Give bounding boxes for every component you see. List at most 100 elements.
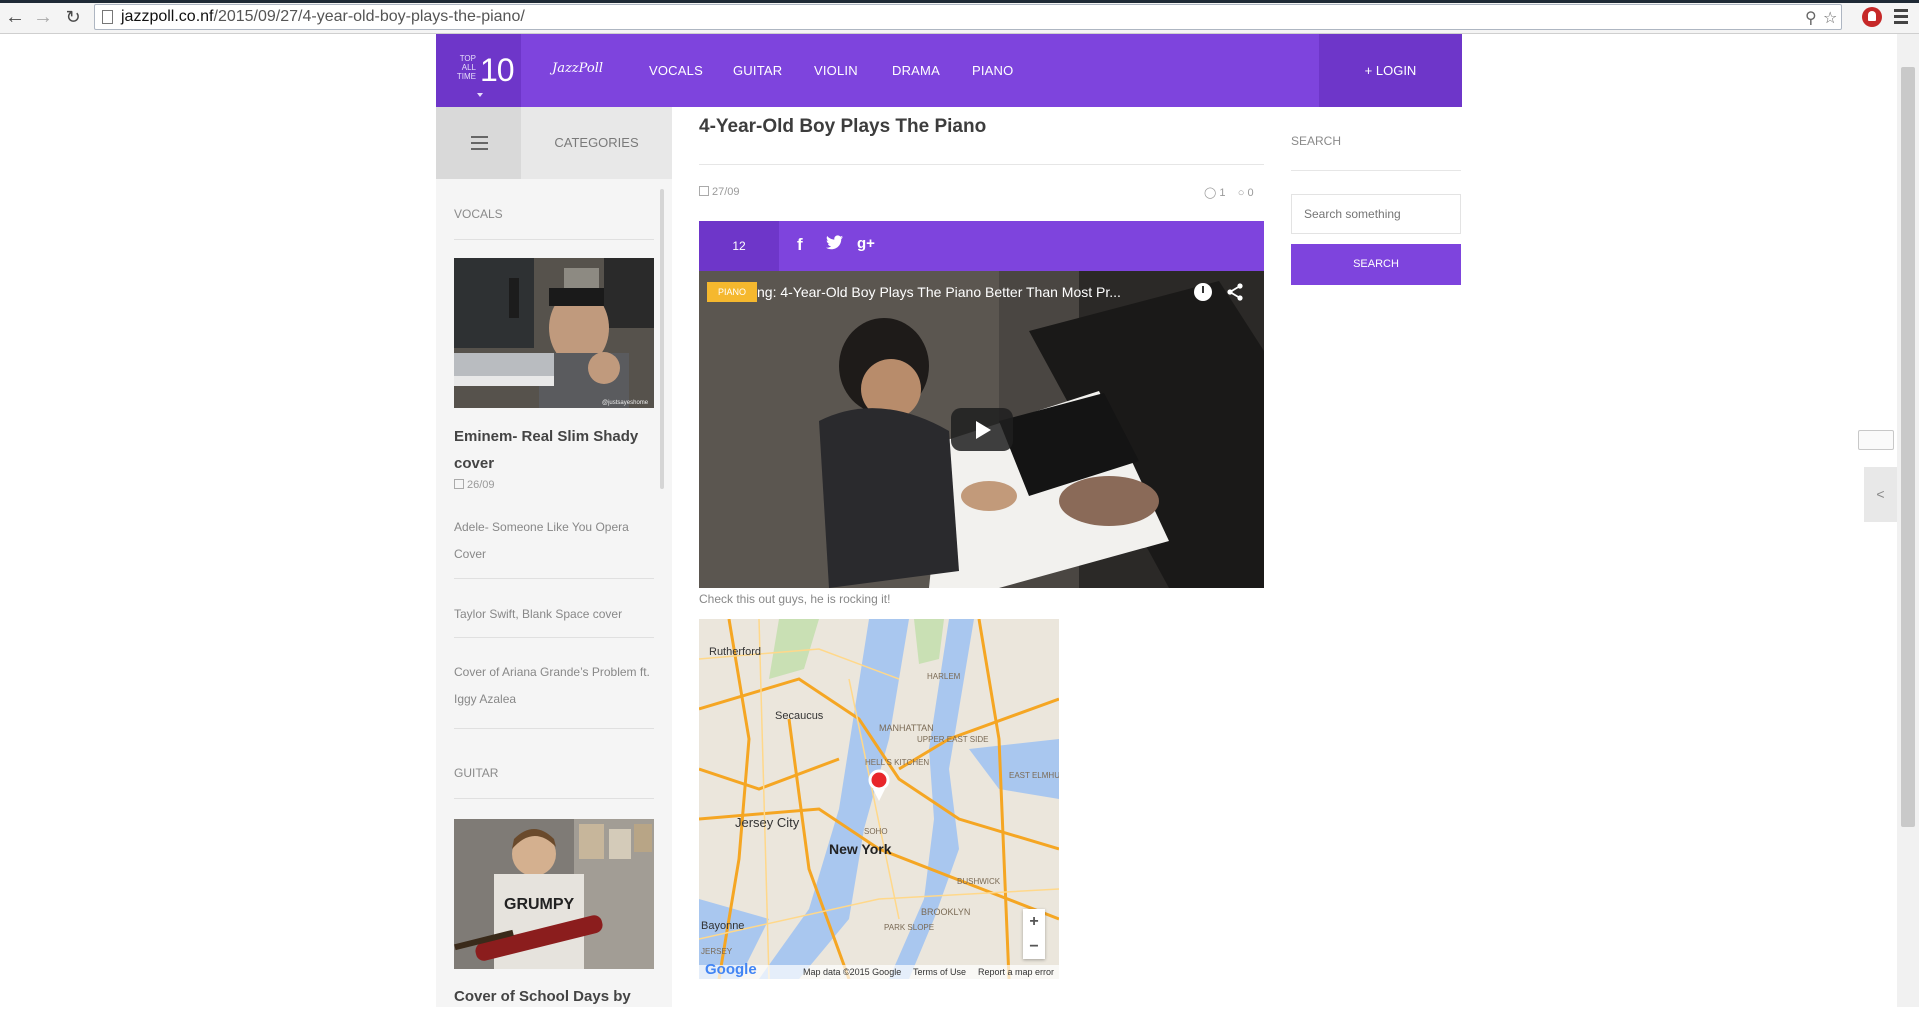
video-title[interactable]: ng: 4-Year-Old Boy Plays The Piano Bette… [757, 284, 1121, 300]
map-report-link[interactable]: Report a map error [978, 967, 1054, 977]
video-player[interactable]: PIANO ng: 4-Year-Old Boy Plays The Piano… [699, 271, 1264, 588]
browser-menu-icon[interactable] [1894, 9, 1910, 25]
calendar-icon [699, 186, 709, 196]
map-label: SOHO [864, 827, 888, 836]
watch-later-icon[interactable] [1194, 283, 1212, 301]
section-divider [454, 239, 654, 240]
nav-drama[interactable]: DRAMA [892, 63, 940, 78]
featured-title-vocals[interactable]: Eminem- Real Slim Shady cover [454, 423, 659, 477]
share-icon[interactable] [1226, 283, 1244, 306]
svg-text:@justsayeshome: @justsayeshome [602, 400, 649, 406]
nav-piano[interactable]: PIANO [972, 63, 1013, 78]
top-ten-badge[interactable]: TOP ALL TIME 10 [436, 34, 521, 107]
sidebar-scrollbar[interactable] [660, 189, 664, 489]
categories-tab[interactable]: CATEGORIES [521, 107, 672, 179]
google-logo: Google [705, 961, 757, 978]
list-divider [454, 728, 654, 729]
search-divider [1291, 170, 1461, 171]
nav-guitar[interactable]: GUITAR [733, 63, 782, 78]
title-divider [699, 164, 1264, 165]
featured-thumbnail-guitar[interactable]: GRUMPY [454, 819, 654, 969]
play-button[interactable] [951, 408, 1013, 451]
hamburger-icon [471, 136, 488, 154]
comment-icon[interactable]: ○ [1238, 187, 1245, 199]
zoom-in-button[interactable]: + [1023, 909, 1045, 934]
extension-icon[interactable] [1862, 7, 1882, 27]
list-item[interactable]: Adele- Someone Like You Opera Cover [454, 514, 659, 568]
reload-icon[interactable]: ↻ [62, 6, 84, 28]
map-zoom-control: + − [1023, 909, 1045, 959]
section-divider [454, 798, 654, 799]
share-tab-icon[interactable]: < [1864, 467, 1897, 522]
page-scrollbar-thumb[interactable] [1901, 67, 1915, 827]
login-label: + LOGIN [1364, 63, 1417, 78]
search-input[interactable] [1291, 194, 1461, 234]
search-widget-title: SEARCH [1291, 134, 1342, 148]
list-divider [454, 637, 654, 638]
map-label: Rutherford [709, 646, 761, 658]
map-label: JERSEY [701, 947, 733, 956]
categories-tab-label: CATEGORIES [554, 135, 639, 150]
brand-number: 10 [480, 52, 515, 88]
calendar-icon [454, 479, 464, 489]
map-terms-link[interactable]: Terms of Use [913, 967, 966, 977]
page-icon [102, 10, 113, 24]
back-icon[interactable]: ← [4, 6, 26, 28]
sidebar-tabs: CATEGORIES [436, 107, 672, 179]
featured-thumbnail-vocals[interactable]: @justsayeshome [454, 258, 654, 408]
window-top-border [0, 0, 1919, 3]
twitter-icon[interactable] [826, 235, 843, 255]
post-date: 27/09 [699, 186, 740, 198]
like-icon[interactable]: ◯ [1204, 187, 1216, 199]
share-bar: 12 f g+ [699, 221, 1264, 271]
sidebar-menu-toggle[interactable] [436, 107, 521, 179]
zoom-out-button[interactable]: − [1023, 934, 1045, 959]
google-plus-icon[interactable]: g+ [857, 235, 875, 252]
like-count: 1 [1219, 187, 1226, 199]
bookmark-star-icon[interactable]: ☆ [1823, 8, 1837, 28]
map-label: BUSHWICK [957, 877, 1001, 886]
keyboard-icon[interactable] [1858, 430, 1894, 450]
map-label: Secaucus [775, 710, 824, 722]
post-caption: Check this out guys, he is rocking it! [699, 592, 891, 606]
search-button[interactable]: SEARCH [1291, 244, 1461, 285]
map-footer: Google Map data ©2015 Google Terms of Us… [699, 961, 1059, 979]
map-label: HELL'S KITCHEN [865, 758, 930, 767]
map-label: PARK SLOPE [884, 923, 935, 932]
nav-violin[interactable]: VIOLIN [814, 63, 858, 78]
section-label-guitar: GUITAR [454, 766, 499, 780]
map-label: New York [829, 841, 892, 857]
map-label: MANHATTAN [879, 723, 934, 733]
category-sidebar: CATEGORIES VOCALS @justsayeshome Eminem-… [436, 107, 672, 1007]
url-text[interactable]: jazzpoll.co.nf/2015/09/27/4-year-old-boy… [121, 8, 525, 26]
map-data-credit: Map data ©2015 Google [803, 967, 902, 977]
map-label: BROOKLYN [921, 907, 971, 917]
list-item[interactable]: Cover of Ariana Grande’s Problem ft. Igg… [454, 659, 659, 713]
map-label: EAST ELMHU [1009, 771, 1059, 780]
site-logo[interactable]: JazzPoll [552, 61, 603, 76]
nav-vocals[interactable]: VOCALS [649, 63, 703, 78]
site-header: TOP ALL TIME 10 JazzPoll VOCALS GUITAR V… [436, 34, 1462, 107]
login-button[interactable]: + LOGIN [1319, 34, 1462, 107]
url-path: /2015/09/27/4-year-old-boy-plays-the-pia… [213, 8, 525, 25]
featured-title-guitar[interactable]: Cover of School Days by [454, 983, 659, 1010]
list-item[interactable]: Taylor Swift, Blank Space cover [454, 601, 659, 628]
map-label: Bayonne [701, 920, 745, 932]
address-bar[interactable]: jazzpoll.co.nf/2015/09/27/4-year-old-boy… [94, 4, 1842, 30]
featured-date: 26/09 [454, 479, 495, 491]
section-label-vocals: VOCALS [454, 207, 503, 221]
post-date-value: 27/09 [712, 186, 740, 198]
post-stats: ◯ 1 ○ 0 [1204, 186, 1254, 199]
video-category-badge[interactable]: PIANO [707, 282, 757, 302]
share-count: 12 [699, 221, 779, 271]
google-map[interactable]: Rutherford Secaucus MANHATTAN UPPER EAST… [699, 619, 1059, 979]
featured-date-value: 26/09 [467, 479, 495, 491]
svg-text:GRUMPY: GRUMPY [504, 896, 575, 913]
search-icon[interactable]: ⚲ [1805, 8, 1817, 28]
forward-icon[interactable]: → [32, 6, 54, 28]
comment-count: 0 [1247, 187, 1254, 199]
brand-small-text: TOP ALL TIME [456, 54, 476, 81]
facebook-icon[interactable]: f [797, 235, 803, 255]
map-label: Jersey City [735, 815, 800, 830]
browser-toolbar: ← → ↻ jazzpoll.co.nf/2015/09/27/4-year-o… [0, 0, 1919, 34]
